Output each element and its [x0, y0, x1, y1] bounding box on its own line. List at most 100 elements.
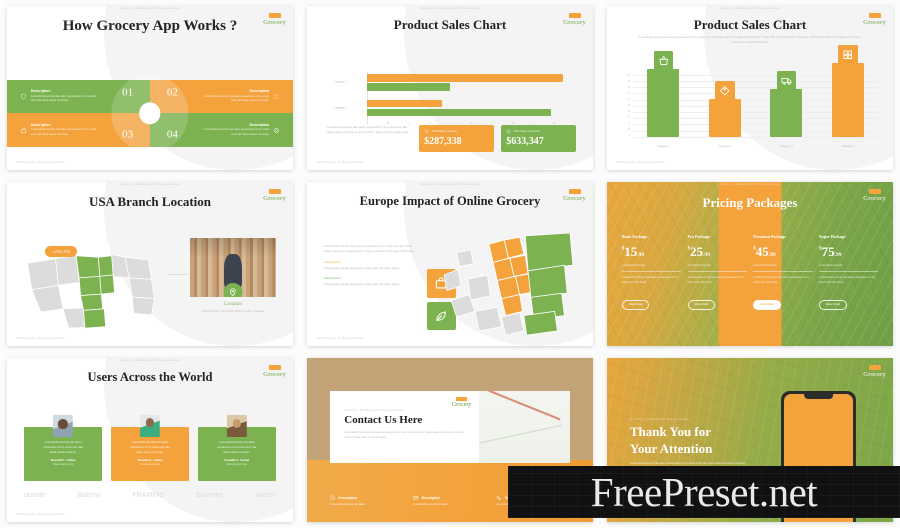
y-tick: 20 — [627, 111, 631, 114]
package-price: $15.99 — [622, 243, 681, 261]
bag-icon — [20, 127, 27, 134]
slide-cell-4[interactable]: Grocery Grocery Powerpoint Presentation … — [0, 176, 300, 352]
watermark-banner: FreePreset.net — [508, 466, 900, 518]
bar-green — [366, 83, 451, 91]
slide-cell-3[interactable]: Grocery Grocery Powerpoint Presentation … — [600, 0, 900, 176]
contact-map[interactable] — [478, 390, 571, 463]
slide-product-sales-bar-vertical[interactable]: Grocery Grocery Powerpoint Presentation … — [607, 6, 893, 170]
package-note: A wonderful serenity — [753, 264, 813, 273]
y-tick: 40 — [627, 86, 631, 89]
partner-logo: Bakzrvi — [77, 492, 101, 500]
logo-mark-icon — [568, 13, 581, 18]
slide-users-across-the-world[interactable]: Grocery Grocery Powerpoint Presentation … — [7, 358, 293, 522]
testimonial-card[interactable]: A wonderful serenity has taken possessio… — [197, 414, 276, 481]
map-connector-line — [167, 273, 188, 275]
bar — [770, 89, 803, 138]
kpi-header: Total Sales in Europe — [424, 129, 489, 134]
slide-cell-1[interactable]: Grocery Grocery Powerpoint Presentation … — [0, 0, 300, 176]
tag-icon — [715, 80, 735, 101]
quadrant-heading: Description — [30, 89, 51, 94]
package-description: A wonderful serenity has taken possessio… — [819, 276, 876, 285]
slide-pricing-packages[interactable]: Grocery Grocery Powerpoint Presentation … — [607, 182, 893, 346]
brand-logo: Grocery — [563, 13, 586, 26]
chart-description: A wonderful serenity has taken possessio… — [327, 124, 409, 135]
kpi-card-europe[interactable]: Total Sales in Europe $287,338 — [419, 124, 494, 152]
grid-icon — [838, 44, 858, 65]
pricing-card-pro[interactable]: Pro Package $25.99 A wonderful serenity … — [684, 234, 750, 332]
testimonial-role: Director Apps Corp — [53, 463, 74, 467]
pricing-columns: Basic Package $15.99 A wonderful serenit… — [618, 234, 881, 332]
slide-title: Europe Impact of Online Grocery — [359, 194, 541, 208]
column-category-4: Category 4 — [831, 44, 864, 148]
slide-cell-2[interactable]: Grocery Grocery Powerpoint Presentation … — [300, 0, 600, 176]
slide-cell-5[interactable]: Grocery Grocery Powerpoint Presentation … — [300, 176, 600, 352]
column-category-1: Category 1 — [647, 50, 680, 148]
kpi-label: Total Sales in America — [513, 129, 541, 133]
logo-mark-icon — [868, 365, 881, 370]
chart-y-axis: 50 45 40 35 30 25 20 15 10 05 0 — [616, 75, 631, 137]
logo-mark-icon — [268, 189, 281, 194]
location-title: Location — [224, 301, 242, 307]
slide-title: How Grocery App Works ? — [62, 18, 238, 34]
quadrant-heading: Description — [249, 122, 270, 127]
package-description: A wonderful serenity has taken possessio… — [687, 276, 744, 285]
watermark-text: FreePreset.net — [590, 469, 818, 515]
support-icon — [273, 127, 280, 134]
more-detail-button[interactable]: More Detail — [687, 299, 716, 310]
location-pin-icon — [223, 283, 243, 297]
slide-title: Users Across the World — [87, 370, 213, 384]
quadrant-heading: Description — [30, 122, 51, 127]
price-integer: 25 — [690, 244, 703, 260]
price-decimal: .99 — [768, 252, 776, 259]
slide-cell-7[interactable]: Grocery Grocery Powerpoint Presentation … — [0, 352, 300, 528]
europe-map-svg — [443, 232, 574, 336]
slide-footer: ©2020 Grocery. All Rights Reserved. — [616, 161, 666, 164]
contact-body: A wonderful serenity has taken possessio… — [344, 429, 464, 439]
tools-icon — [273, 93, 280, 100]
pricing-card-basic[interactable]: Basic Package $15.99 A wonderful serenit… — [618, 234, 684, 332]
brand-logo: Grocery — [563, 189, 586, 202]
usa-map: +256,392 — [21, 241, 170, 330]
testimonial-card[interactable]: A wonderful serenity has taken possessio… — [110, 414, 190, 481]
testimonial-card[interactable]: A wonderful serenity has taken possessio… — [24, 414, 103, 481]
brand-logo: Grocery — [863, 189, 886, 202]
contact-item-body: A wonderful serenity has taken — [413, 502, 449, 506]
price-integer: 15 — [624, 244, 638, 260]
logo-wordmark: Grocery — [263, 195, 286, 202]
slide-eyebrow: Grocery Powerpoint Presentation — [629, 417, 690, 422]
y-tick: 50 — [627, 74, 631, 77]
slide-europe-impact[interactable]: Grocery Grocery Powerpoint Presentation … — [307, 182, 593, 346]
slide-cell-6[interactable]: Grocery Grocery Powerpoint Presentation … — [600, 176, 900, 352]
bar-green — [366, 108, 551, 117]
slide-eyebrow: Grocery Powerpoint Presentation — [120, 182, 180, 186]
brand-logo: Grocery — [263, 365, 286, 378]
slide-eyebrow: Grocery Powerpoint Presentation — [120, 358, 180, 362]
package-price: $25.99 — [688, 243, 747, 261]
clock-icon — [330, 495, 335, 501]
more-detail-button[interactable]: More Detail — [621, 299, 650, 310]
slide-how-grocery-app-works[interactable]: Grocery Grocery Powerpoint Presentation … — [7, 6, 293, 170]
phone-icon — [497, 495, 502, 500]
kpi-value: $287,338 — [424, 135, 462, 147]
more-detail-button[interactable]: More Detail — [753, 299, 782, 310]
pricing-card-premium[interactable]: Premium Package $45.99 A wonderful seren… — [750, 234, 816, 332]
price-decimal: .99 — [637, 252, 645, 259]
testimonial-quote: A wonderful serenity has taken possessio… — [43, 440, 83, 454]
thankyou-text: Grocery Powerpoint Presentation Thank Yo… — [630, 417, 750, 472]
pricing-card-super[interactable]: Super Package $75.99 A wonderful serenit… — [816, 234, 882, 332]
kpi-card-america[interactable]: Total Sales in America $633,347 — [501, 124, 576, 152]
logo-wordmark: Grocery — [563, 19, 586, 26]
logo-wordmark: Grocery — [863, 195, 886, 202]
europe-item-body-2: A wonderful serenity possession entire s… — [324, 281, 400, 286]
partner-logos: donate Bakzrvi FRAME•S Examine Vaccin — [24, 492, 276, 499]
logo-mark-icon — [868, 13, 881, 18]
y-tick: 15 — [627, 117, 631, 120]
phone-notch — [803, 393, 834, 399]
package-description: A wonderful serenity has taken possessio… — [621, 276, 678, 285]
logo-wordmark: Grocery — [863, 19, 886, 26]
branch-count-badge: +256,392 — [45, 246, 78, 258]
slide-product-sales-bar-horizontal[interactable]: Grocery Grocery Powerpoint Presentation … — [307, 6, 593, 170]
more-detail-button[interactable]: More Detail — [819, 299, 847, 310]
slide-usa-branch-location[interactable]: Grocery Grocery Powerpoint Presentation … — [7, 182, 293, 346]
avatar — [139, 414, 161, 438]
